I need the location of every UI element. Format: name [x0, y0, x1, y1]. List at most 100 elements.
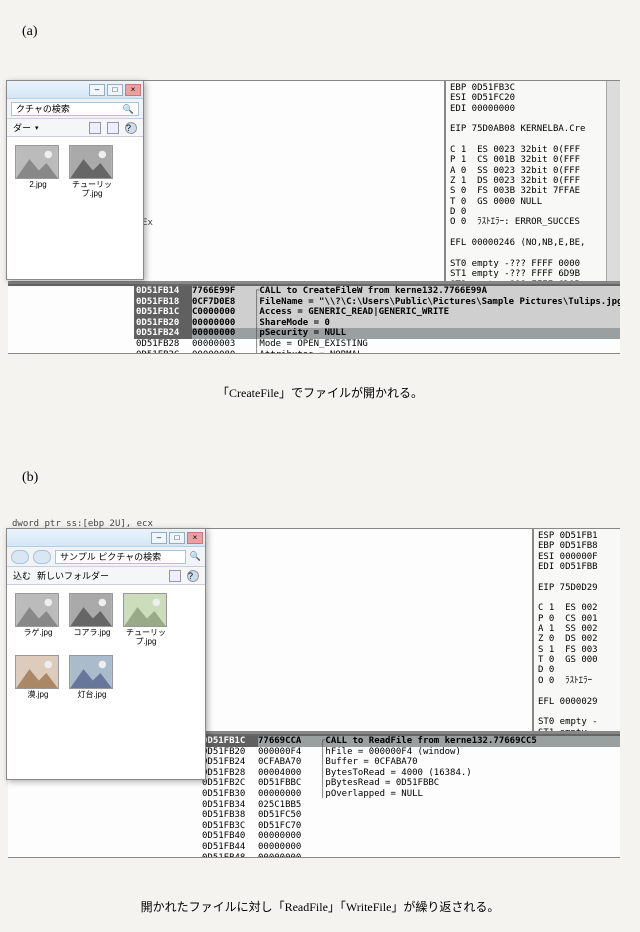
thumbnail-label: 2.jpg: [15, 181, 61, 190]
thumbnail-label: 灯台.jpg: [69, 691, 115, 700]
toolbar-newfolder[interactable]: 新しいフォルダー: [37, 569, 109, 582]
stack-annotation: [320, 800, 620, 811]
stack-annotation: [320, 842, 620, 853]
stack-addr: 0D51FB28: [200, 768, 258, 779]
file-thumbnail[interactable]: 2.jpg: [15, 145, 61, 199]
stack-row[interactable]: 0D51FB380D51FC50: [200, 810, 620, 821]
stack-value: 000000F4: [258, 747, 320, 758]
maximize-button[interactable]: □: [107, 84, 123, 96]
stack-value: 00000080: [192, 350, 254, 354]
stack-addr: 0D51FB30: [200, 789, 258, 800]
toolbar-organize[interactable]: ダー: [13, 121, 39, 134]
scrollbar-a[interactable]: [606, 81, 620, 281]
back-button[interactable]: [11, 550, 29, 564]
stack-annotation: pOverlapped = NULL: [325, 789, 620, 800]
stack-row[interactable]: 0D51FB240CFABA70│Buffer = 0CFABA70: [200, 757, 620, 768]
maximize-button[interactable]: □: [169, 532, 185, 544]
file-thumbnail[interactable]: チューリップ.jpg: [123, 593, 169, 647]
stack-row[interactable]: 0D51FB2C00000080│Attributes = NORMAL: [134, 350, 620, 354]
stack-row[interactable]: 0D51FB34025C1BB5: [200, 800, 620, 811]
stack-row[interactable]: 0D51FB4800000000: [200, 853, 620, 858]
thumbnail-image: [69, 593, 113, 627]
stack-value: 00000000: [258, 853, 320, 858]
stack-annotation: hFile = 000000F4 (window): [325, 747, 620, 758]
file-thumbnail[interactable]: 漠.jpg: [15, 655, 61, 700]
stack-row[interactable]: 0D51FB4400000000: [200, 842, 620, 853]
titlebar-b[interactable]: ‒ □ ×: [7, 529, 205, 547]
stack-row[interactable]: 0D51FB3000000000│pOverlapped = NULL: [200, 789, 620, 800]
explorer-window-b[interactable]: ‒ □ × サンプル ピクチャの検索 🔍 込む 新しいフォルダー ? ラゲ.jp…: [6, 528, 206, 780]
stack-annotation: Attributes = NORMAL: [259, 350, 620, 354]
stack-addr: 0D51FB48: [200, 853, 258, 858]
stack-addr: 0D51FB14: [134, 286, 192, 297]
caption-b: 開かれたファイルに対し「ReadFile」「WriteFile」が繰り返される。: [0, 898, 640, 915]
stack-row[interactable]: 0D51FB2000000000│ShareMode = 0: [134, 318, 620, 329]
minimize-button[interactable]: ‒: [89, 84, 105, 96]
stack-value: 00000000: [258, 789, 320, 800]
stack-value: 00000000: [258, 831, 320, 842]
stack-addr: 0D51FB24: [200, 757, 258, 768]
view-icon-2[interactable]: [107, 122, 119, 134]
stack-row[interactable]: 0D51FB147766E99F┌CALL to CreateFileW fro…: [134, 286, 620, 297]
view-icon[interactable]: [89, 122, 101, 134]
thumbnail-image: [15, 593, 59, 627]
registers-pane-a: EBP 0D51FB3C ESI 0D51FC20 EDI 00000000 E…: [444, 81, 606, 281]
stack-annotation: [320, 853, 620, 858]
stack-value: 0D51FBBC: [258, 778, 320, 789]
stack-annotation: CALL to CreateFileW from kerne132.7766E9…: [259, 286, 620, 297]
stack-row[interactable]: 0D51FB3C0D51FC70: [200, 821, 620, 832]
close-button[interactable]: ×: [187, 532, 203, 544]
thumbnail-image: [69, 145, 113, 179]
file-thumbnail[interactable]: コアラ.jpg: [69, 593, 115, 647]
stack-annotation: Mode = OPEN_EXISTING: [259, 339, 620, 350]
search-box-a[interactable]: クチャの検索 🔍: [11, 102, 139, 116]
thumbnail-label: チューリップ.jpg: [69, 181, 115, 199]
stack-addr: 0D51FB28: [134, 339, 192, 350]
toolbar-include[interactable]: 込む: [13, 569, 31, 582]
stack-value: C0000000: [192, 307, 254, 318]
help-icon[interactable]: ?: [125, 122, 137, 134]
file-thumbnail[interactable]: ラゲ.jpg: [15, 593, 61, 647]
explorer-window-a[interactable]: ‒ □ × クチャの検索 🔍 ダー ? 2.jpg チューリップ.jpg: [6, 80, 144, 280]
close-button[interactable]: ×: [125, 84, 141, 96]
stack-row[interactable]: 0D51FB180CF7D0E8│FileName = "\\?\C:\User…: [134, 297, 620, 308]
help-icon[interactable]: ?: [187, 570, 199, 582]
stack-row[interactable]: 0D51FB20000000F4│hFile = 000000F4 (windo…: [200, 747, 620, 758]
stack-annotation: Access = GENERIC_READ|GENERIC_WRITE: [259, 307, 620, 318]
thumbnail-label: コアラ.jpg: [69, 629, 115, 638]
stack-addr: 0D51FB20: [200, 747, 258, 758]
stack-value: 0CFABA70: [258, 757, 320, 768]
view-icon[interactable]: [169, 570, 181, 582]
stack-row[interactable]: 0D51FB1C77669CCA┌CALL to ReadFile from k…: [200, 736, 620, 747]
section-b-label: (b): [22, 470, 38, 486]
stack-value: 00004000: [258, 768, 320, 779]
address-bar-b[interactable]: サンプル ピクチャの検索: [55, 550, 186, 564]
stack-addr: 0D51FB38: [200, 810, 258, 821]
thumbnail-image: [15, 145, 59, 179]
toolbar-b: 込む 新しいフォルダー ?: [7, 567, 205, 585]
stack-annotation: ShareMode = 0: [259, 318, 620, 329]
caption-a: 「CreateFile」でファイルが開かれる。: [0, 384, 640, 401]
forward-button[interactable]: [33, 550, 51, 564]
stack-row[interactable]: 0D51FB2800004000│BytesToRead = 4000 (163…: [200, 768, 620, 779]
stack-annotation: pBytesRead = 0D51FBBC: [325, 778, 620, 789]
stack-row[interactable]: 0D51FB1CC0000000│Access = GENERIC_READ|G…: [134, 307, 620, 318]
titlebar-a[interactable]: ‒ □ ×: [7, 81, 143, 99]
stack-row[interactable]: 0D51FB4000000000: [200, 831, 620, 842]
stack-value: 025C1BB5: [258, 800, 320, 811]
file-thumbnail[interactable]: 灯台.jpg: [69, 655, 115, 700]
file-thumbnail[interactable]: チューリップ.jpg: [69, 145, 115, 199]
stack-value: 00000000: [192, 318, 254, 329]
stack-row[interactable]: 0D51FB2800000003│Mode = OPEN_EXISTING: [134, 339, 620, 350]
search-icon[interactable]: 🔍: [190, 551, 201, 562]
stack-annotation: FileName = "\\?\C:\Users\Public\Pictures…: [259, 297, 620, 308]
stack-annotation: [320, 810, 620, 821]
stack-value: 00000000: [258, 842, 320, 853]
stack-row[interactable]: 0D51FB2400000000│pSecurity = NULL: [134, 328, 620, 339]
stack-addr: 0D51FB18: [134, 297, 192, 308]
stack-annotation: CALL to ReadFile from kerne132.77669CC5: [325, 736, 620, 747]
stack-row[interactable]: 0D51FB2C0D51FBBC│pBytesRead = 0D51FBBC: [200, 778, 620, 789]
minimize-button[interactable]: ‒: [151, 532, 167, 544]
stack-annotation: pSecurity = NULL: [259, 328, 620, 339]
stack-addr: 0D51FB3C: [200, 821, 258, 832]
